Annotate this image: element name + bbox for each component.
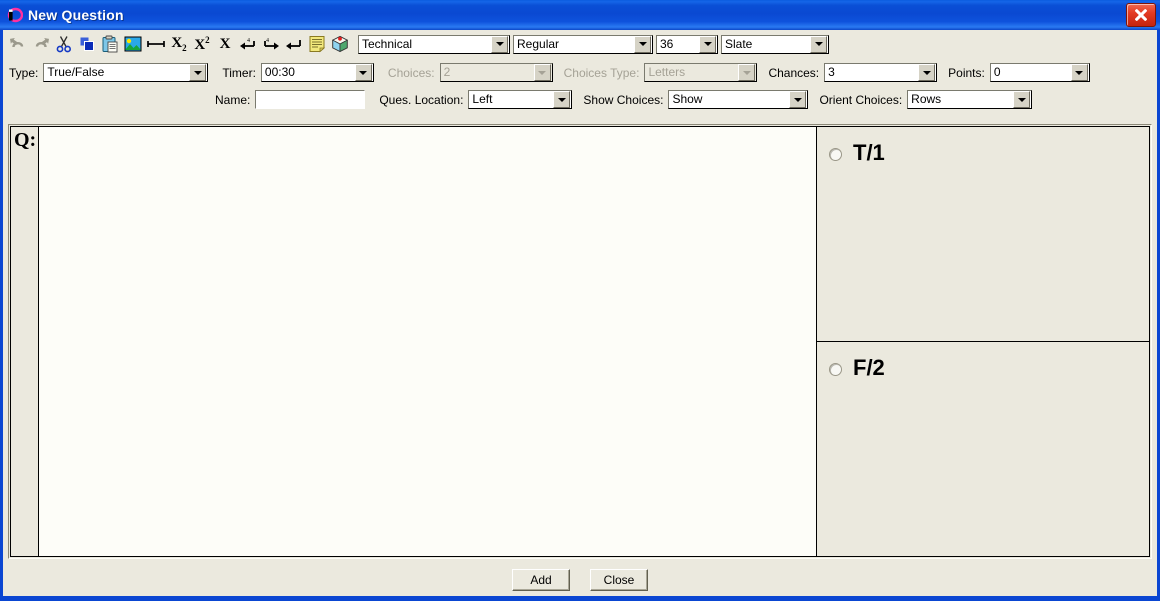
add-button[interactable]: Add [512,569,570,591]
points-combo[interactable]: 0 [989,63,1090,82]
choice-option-2[interactable]: F/2 [817,341,1149,556]
dialog-footer: Add Close [3,564,1157,596]
copy-icon[interactable] [76,33,98,55]
chevron-down-icon[interactable] [354,64,372,81]
font-family-value: Technical [362,36,413,51]
chances-label: Chances: [768,65,820,80]
question-label-strip: Q: [11,127,39,556]
superscript-icon[interactable]: X2 [191,33,213,55]
properties-row-1: Type: True/False Timer: 00:30 Choices: 2… [3,59,1157,86]
choice-label-1: T/1 [853,140,885,165]
close-button[interactable]: Close [590,569,648,591]
properties-row-2: Name: Ques. Location: Left Show Choices:… [3,86,1157,113]
choices-type-label: Choices Type: [563,65,640,80]
cut-icon[interactable] [53,33,75,55]
type-label: Type: [9,65,39,80]
chevron-down-icon[interactable] [699,35,716,53]
type-combo[interactable]: True/False [43,63,209,82]
points-value: 0 [993,65,1001,79]
orient-choices-value: Rows [911,92,942,106]
orient-choices-label: Orient Choices: [819,92,903,107]
paste-icon[interactable] [99,33,121,55]
svg-text:4: 4 [247,38,250,44]
choices-type-value: Letters [648,65,686,79]
show-choices-combo[interactable]: Show [668,90,809,109]
question-text-canvas[interactable] [39,127,817,556]
chevron-down-icon[interactable] [789,91,807,108]
font-size-value: 36 [660,36,674,51]
chevron-down-icon[interactable] [491,35,508,53]
font-style-value: Regular [517,36,560,51]
chevron-down-icon [533,64,551,81]
choice-radio-2[interactable] [829,363,842,376]
show-choices-label: Show Choices: [583,92,664,107]
chevron-down-icon[interactable] [634,35,651,53]
question-editor-area: Q: T/1 F/2 [8,124,1152,559]
choices-label: Choices: [387,65,435,80]
timer-label: Timer: [222,65,256,80]
font-color-combo[interactable]: Slate [721,34,829,54]
chevron-down-icon[interactable] [1013,91,1031,108]
rule-icon[interactable] [145,33,167,55]
timer-combo[interactable]: 00:30 [260,63,374,82]
choice-option-1[interactable]: T/1 [817,127,1149,341]
undo-icon[interactable] [7,33,29,55]
object-icon[interactable] [329,33,351,55]
chevron-down-icon[interactable] [189,64,207,81]
font-color-value: Slate [725,36,753,51]
return-icon[interactable] [283,33,305,55]
indent-left-icon[interactable]: 4 [237,33,259,55]
chevron-down-icon[interactable] [553,91,571,108]
note-icon[interactable] [306,33,328,55]
close-icon[interactable] [1126,3,1156,27]
font-family-combo[interactable]: Technical [358,34,510,54]
subscript-icon[interactable]: X2 [168,33,190,55]
delete-icon[interactable]: X [214,33,236,55]
type-value: True/False [47,65,105,79]
points-label: Points: [948,65,985,80]
chevron-down-icon[interactable] [810,35,827,53]
name-label: Name: [215,92,251,107]
choice-radio-1[interactable] [829,148,842,161]
window-title: New Question [28,7,124,23]
title-bar: New Question [0,0,1160,30]
app-icon [5,6,24,24]
font-style-combo[interactable]: Regular [513,34,653,54]
font-size-combo[interactable]: 36 [656,34,718,54]
orient-choices-combo[interactable]: Rows [907,90,1033,109]
new-question-window: New Question X2 X2 X 4 4 Technical Regul… [0,0,1160,601]
question-editor-inner: Q: T/1 F/2 [10,126,1150,557]
name-input[interactable] [255,90,366,109]
chevron-down-icon[interactable] [1070,64,1088,81]
choice-label-2: F/2 [853,355,885,380]
choices-combo: 2 [439,63,553,82]
show-choices-value: Show [672,92,703,106]
question-location-combo[interactable]: Left [468,90,573,109]
chevron-down-icon [738,64,756,81]
client-area: X2 X2 X 4 4 Technical Regular 36 Slate T… [3,30,1157,596]
chances-value: 3 [828,65,835,79]
choices-type-combo: Letters [644,63,758,82]
image-icon[interactable] [122,33,144,55]
chevron-down-icon[interactable] [918,64,936,81]
choices-column: T/1 F/2 [817,127,1149,556]
redo-icon[interactable] [30,33,52,55]
choices-value: 2 [443,65,451,79]
question-label: Q: [14,129,37,151]
chances-combo[interactable]: 3 [824,63,938,82]
toolbar: X2 X2 X 4 4 Technical Regular 36 Slate [3,30,1157,59]
svg-text:4: 4 [266,38,269,44]
timer-value: 00:30 [264,65,295,79]
indent-right-icon[interactable]: 4 [260,33,282,55]
question-location-value: Left [472,92,493,106]
question-location-label: Ques. Location: [379,92,464,107]
